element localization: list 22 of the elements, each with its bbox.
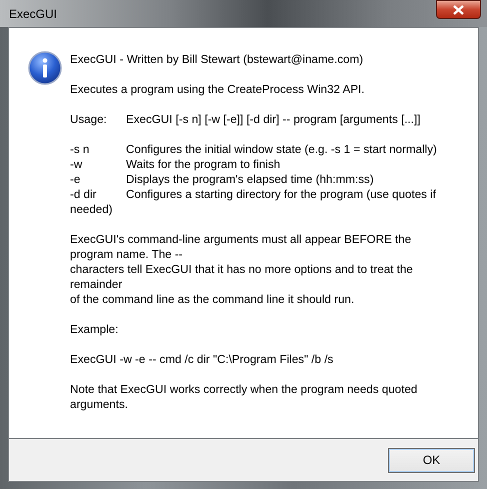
option-description: Configures a starting directory for the program (use quotes if <box>126 187 436 202</box>
heading-text: ExecGUI - Written by Bill Stewart (bstewart@iname.com) <box>70 52 364 67</box>
close-icon <box>453 4 464 14</box>
close-button[interactable] <box>436 0 481 19</box>
note-paragraph: ExecGUI's command-line arguments must all appear BEFORE the program name. The -- characters tell ExecGUI that it has no more options and to treat the remainder of the command line as the command line it should run. <box>70 232 414 307</box>
info-icon <box>28 51 62 85</box>
example-label: Example: <box>70 322 120 337</box>
summary-text: Executes a program using the CreateProcess Win32 API. <box>70 82 366 97</box>
option-name: -d dir <box>70 187 98 202</box>
window-title: ExecGUI <box>9 6 58 20</box>
option-description: Configures the initial window state (e.g. -s 1 = start normally) <box>126 142 437 157</box>
ok-button[interactable]: OK <box>388 448 475 472</box>
footer-note: Note that ExecGUI works correctly when the program needs quoted arguments. <box>70 382 418 412</box>
example-command: ExecGUI -w -e -- cmd /c dir "C:\Program Files" /b /s <box>70 352 334 367</box>
option-name: -s n <box>70 142 90 157</box>
option-description: Waits for the program to finish <box>126 157 280 172</box>
option-description: needed) <box>70 202 114 217</box>
option-name: -e <box>70 172 82 187</box>
usage-syntax: ExecGUI [-s n] [-w [-e]] [-d dir] -- program [arguments [...]] <box>126 112 420 127</box>
option-name: -w <box>70 157 84 172</box>
option-description: Displays the program's elapsed time (hh:mm:ss) <box>126 172 374 187</box>
usage-label: Usage: <box>70 112 108 127</box>
